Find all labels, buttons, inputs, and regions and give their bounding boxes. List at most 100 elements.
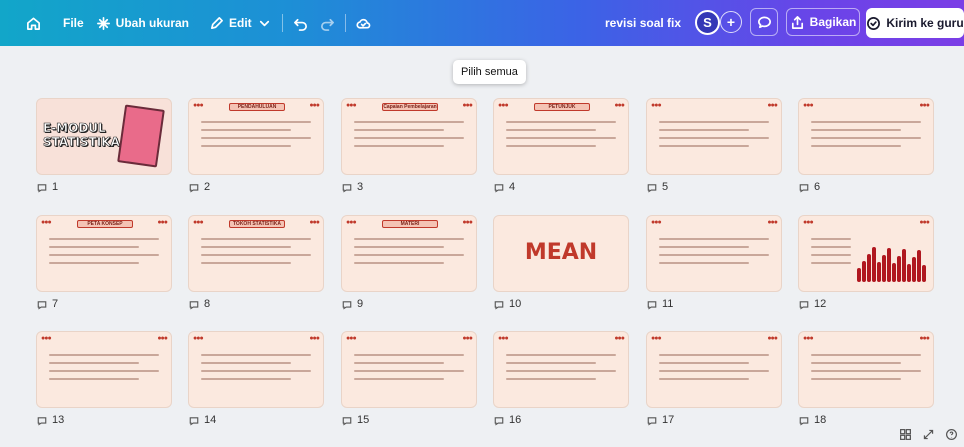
page-thumbnail[interactable]: ●●● ●●● 17 xyxy=(646,331,786,426)
text-line-decoration xyxy=(49,238,159,240)
text-line-decoration xyxy=(506,362,596,364)
page-thumbnail[interactable]: ●●● ●●● 15 xyxy=(341,331,481,426)
share-button[interactable]: Bagikan xyxy=(786,8,860,36)
page-thumbnail[interactable]: ●●● ●●● 6 xyxy=(798,98,938,193)
page-number-label: 10 xyxy=(493,298,633,310)
slide-preview[interactable]: ●●● ●●● xyxy=(646,215,782,292)
slide-preview[interactable]: ●●● ●●● xyxy=(341,331,477,408)
text-line-decoration xyxy=(201,262,291,264)
comments-button[interactable] xyxy=(750,8,778,36)
page-thumbnail[interactable]: MEAN 10 xyxy=(493,215,633,310)
text-line-decoration xyxy=(201,362,291,364)
page-comment-icon xyxy=(37,184,47,193)
page-thumbnail[interactable]: ●●● ●●● MATERI 9 xyxy=(341,215,481,310)
page-thumbnail[interactable]: ●●● ●●● PETUNJUK 4 xyxy=(493,98,633,193)
slide-headline: PETA KONSEP xyxy=(77,220,133,228)
slide-preview[interactable]: ●●● ●●● PETA KONSEP xyxy=(36,215,172,292)
page-number: 8 xyxy=(204,298,211,310)
page-thumbnail[interactable]: ●●● ●●● 5 xyxy=(646,98,786,193)
slide-preview[interactable]: E-MODUL STATISTIKA xyxy=(36,98,172,175)
page-number: 7 xyxy=(52,298,59,310)
chart-bar-decoration xyxy=(917,250,921,282)
send-label: Kirim ke guru xyxy=(886,16,964,30)
undo-icon xyxy=(293,18,307,31)
page-comment-icon xyxy=(494,301,504,310)
document-title[interactable]: revisi soal fix xyxy=(605,16,681,30)
text-line-decoration xyxy=(201,238,311,240)
slide-preview[interactable]: ●●● ●●● xyxy=(493,331,629,408)
text-line-decoration xyxy=(354,254,464,256)
page-number: 11 xyxy=(662,298,674,310)
save-status-button[interactable] xyxy=(350,8,377,38)
grid-view-icon[interactable] xyxy=(899,428,912,441)
page-comment-icon xyxy=(189,417,199,426)
page-thumbnail[interactable]: ●●● ●●● PENDAHULUAN 2 xyxy=(188,98,328,193)
edit-menu[interactable]: Edit xyxy=(203,8,278,38)
slide-preview[interactable]: ●●● ●●● xyxy=(646,98,782,175)
text-line-decoration xyxy=(506,137,616,139)
page-thumbnail[interactable]: ●●● ●●● 13 xyxy=(36,331,176,426)
text-line-decoration xyxy=(811,137,921,139)
page-thumbnail[interactable]: E-MODUL STATISTIKA 1 xyxy=(36,98,176,193)
text-line-decoration xyxy=(201,246,291,248)
page-number-label: 5 xyxy=(646,181,786,193)
slide-preview[interactable]: ●●● ●●● xyxy=(798,331,934,408)
slide-preview[interactable]: ●●● ●●● xyxy=(798,98,934,175)
decorative-dots: ●●● xyxy=(41,335,52,342)
slide-preview[interactable]: ●●● ●●● MATERI xyxy=(341,215,477,292)
avatar[interactable]: S xyxy=(695,10,720,35)
slide-headline: TOKOH STATISTIKA xyxy=(229,220,285,228)
file-menu[interactable]: File xyxy=(57,8,90,38)
add-collaborator-button[interactable]: + xyxy=(720,11,742,33)
slide-preview[interactable]: MEAN xyxy=(493,215,629,292)
slide-preview[interactable]: ●●● ●●● xyxy=(646,331,782,408)
page-number: 12 xyxy=(814,298,827,310)
slide-preview[interactable]: ●●● ●●● Capaian Pembelajaran xyxy=(341,98,477,175)
page-thumbnail[interactable]: ●●● ●●● 11 xyxy=(646,215,786,310)
page-thumbnail[interactable]: ●●● ●●● Capaian Pembelajaran 3 xyxy=(341,98,481,193)
page-comment-icon xyxy=(342,301,352,310)
text-line-decoration xyxy=(354,129,444,131)
slide-preview[interactable]: ●●● ●●● PENDAHULUAN xyxy=(188,98,324,175)
text-line-decoration xyxy=(201,145,291,147)
page-number-label: 15 xyxy=(341,414,481,426)
page-number: 6 xyxy=(814,181,821,193)
redo-button[interactable] xyxy=(314,8,341,38)
page-thumbnail[interactable]: ●●● ●●● 12 xyxy=(798,215,938,310)
resize-button[interactable]: Ubah ukuran xyxy=(90,8,195,38)
page-thumbnail[interactable]: ●●● ●●● 16 xyxy=(493,331,633,426)
chart-bar-decoration xyxy=(897,256,901,282)
text-line-decoration xyxy=(659,145,749,147)
help-icon[interactable] xyxy=(945,428,958,441)
page-number: 9 xyxy=(357,298,364,310)
chart-bar-decoration xyxy=(912,257,916,282)
undo-button[interactable] xyxy=(287,8,314,38)
page-comment-icon xyxy=(799,184,809,193)
text-line-decoration xyxy=(49,370,159,372)
decorative-dots: ●●● xyxy=(346,335,357,342)
slide-preview[interactable]: ●●● ●●● xyxy=(798,215,934,292)
slide-preview[interactable]: ●●● ●●● PETUNJUK xyxy=(493,98,629,175)
page-thumbnail[interactable]: ●●● ●●● TOKOH STATISTIKA 8 xyxy=(188,215,328,310)
chart-bar-decoration xyxy=(877,262,881,282)
page-thumbnail[interactable]: ●●● ●●● PETA KONSEP 7 xyxy=(36,215,176,310)
page-number-label: 7 xyxy=(36,298,176,310)
send-to-teacher-button[interactable]: Kirim ke guru xyxy=(866,8,964,38)
page-number-label: 1 xyxy=(36,181,176,193)
text-line-decoration xyxy=(659,262,749,264)
page-thumbnail[interactable]: ●●● ●●● 18 xyxy=(798,331,938,426)
slide-preview[interactable]: ●●● ●●● xyxy=(188,331,324,408)
page-number: 13 xyxy=(52,414,65,426)
text-line-decoration xyxy=(811,145,901,147)
expand-icon[interactable] xyxy=(922,428,935,441)
slide-preview[interactable]: ●●● ●●● TOKOH STATISTIKA xyxy=(188,215,324,292)
decorative-dots: ●●● xyxy=(346,219,357,226)
slide-preview[interactable]: ●●● ●●● xyxy=(36,331,172,408)
decorative-dots: ●●● xyxy=(919,335,930,342)
page-thumbnail[interactable]: ●●● ●●● 14 xyxy=(188,331,328,426)
home-button[interactable] xyxy=(20,8,47,38)
comment-icon xyxy=(757,16,771,28)
text-line-decoration xyxy=(659,246,749,248)
file-label: File xyxy=(63,16,84,30)
text-line-decoration xyxy=(354,145,444,147)
